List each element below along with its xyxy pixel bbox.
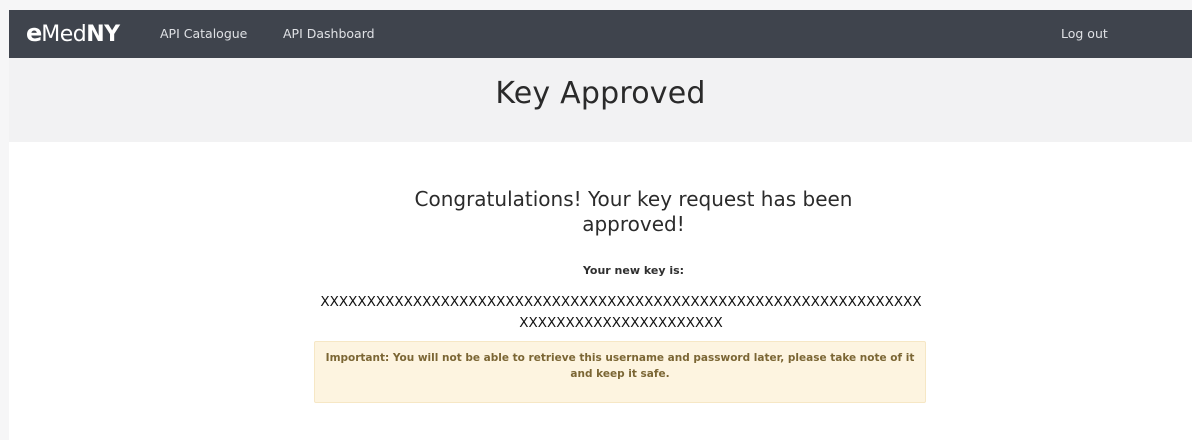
- congratulations-message: Congratulations! Your key request has be…: [9, 187, 1192, 237]
- main-content: Congratulations! Your key request has be…: [9, 142, 1192, 440]
- congratulations-text: Congratulations! Your key request has be…: [414, 187, 853, 236]
- page-title: Key Approved: [495, 76, 706, 111]
- logo-e: e: [26, 19, 42, 47]
- top-navbar: e Med NY API Catalogue API Dashboard Log…: [9, 10, 1192, 58]
- new-key-label: Your new key is:: [582, 264, 685, 277]
- logo-ny: NY: [86, 22, 120, 47]
- logo-med: Med: [41, 22, 87, 47]
- logout-link[interactable]: Log out: [1061, 10, 1108, 58]
- page: e Med NY API Catalogue API Dashboard Log…: [0, 0, 1192, 440]
- important-warning-alert: Important: You will not be able to retri…: [314, 341, 926, 403]
- nav-link-api-dashboard[interactable]: API Dashboard: [283, 10, 375, 58]
- emedny-logo[interactable]: e Med NY: [26, 19, 120, 49]
- important-warning-text: Important: You will not be able to retri…: [325, 352, 915, 380]
- key-display: XXXXXXXXXXXXXXXXXXXXXXXXXXXXXXXXXXXXXXXX…: [316, 292, 926, 340]
- nav-link-api-catalogue[interactable]: API Catalogue: [160, 10, 247, 58]
- api-key-value[interactable]: XXXXXXXXXXXXXXXXXXXXXXXXXXXXXXXXXXXXXXXX…: [316, 292, 926, 334]
- page-header: Key Approved: [9, 58, 1192, 142]
